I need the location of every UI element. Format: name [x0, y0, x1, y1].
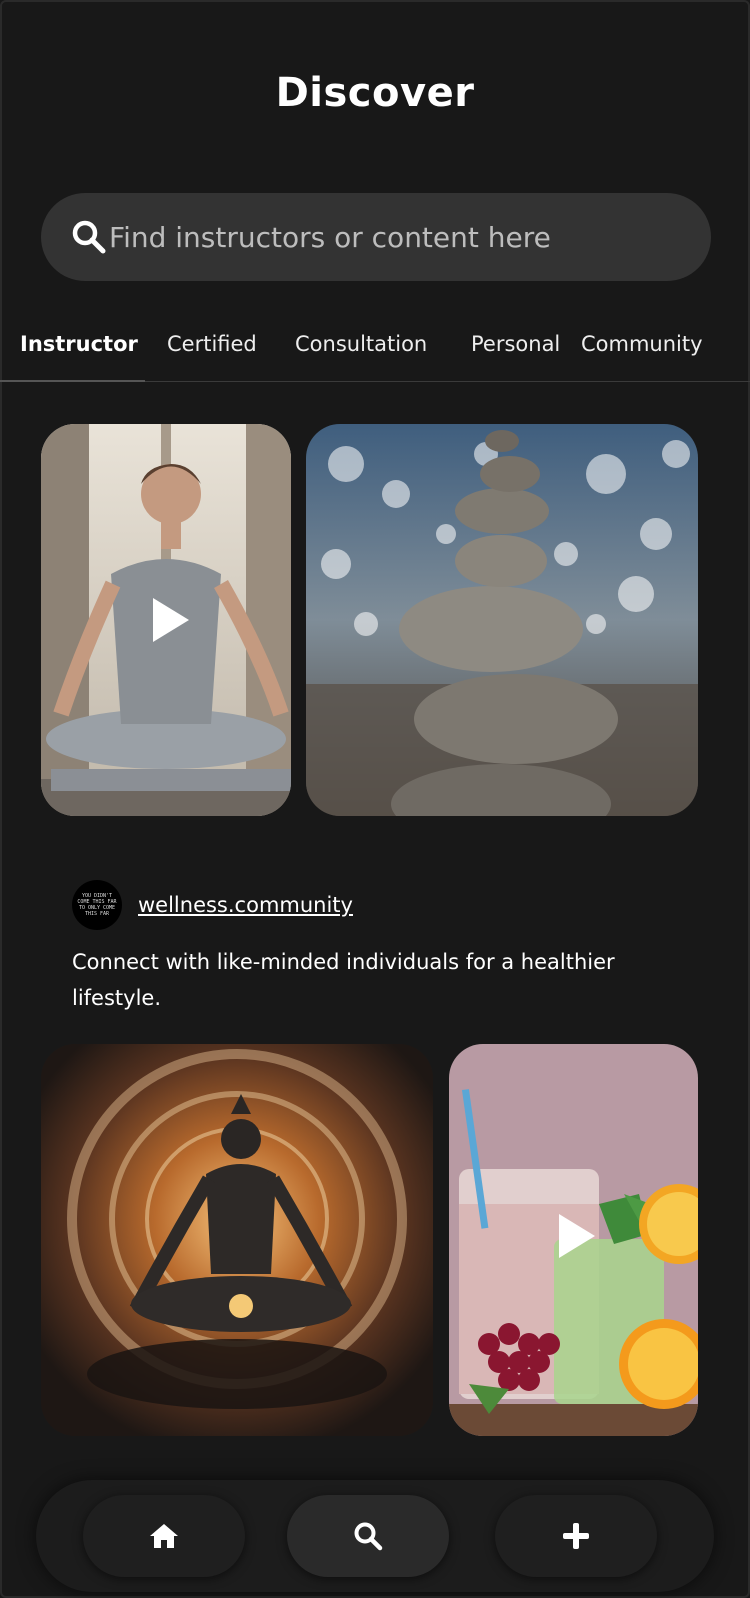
- search-bar[interactable]: [41, 193, 711, 281]
- stacked-stones-image: [306, 424, 698, 816]
- tab-consultation[interactable]: Consultation: [295, 332, 427, 356]
- search-icon: [354, 1522, 383, 1551]
- nav-home-button[interactable]: [83, 1495, 245, 1577]
- plus-icon: [563, 1523, 589, 1549]
- author-row: YOU DIDN'T COME THIS FAR TO ONLY COME TH…: [72, 880, 353, 930]
- tab-community[interactable]: Community: [581, 332, 703, 356]
- tab-instructor[interactable]: Instructor: [20, 332, 138, 356]
- play-icon[interactable]: [559, 1214, 595, 1258]
- category-tabs: Instructor Certified Consultation Person…: [0, 320, 750, 382]
- avatar-text: YOU DIDN'T COME THIS FAR TO ONLY COME TH…: [77, 893, 117, 917]
- tab-personal[interactable]: Personal: [471, 332, 560, 356]
- nav-add-button[interactable]: [495, 1495, 657, 1577]
- post-card-meditation-art[interactable]: [41, 1044, 433, 1436]
- page-title: Discover: [275, 70, 475, 116]
- search-icon: [72, 220, 106, 254]
- search-input[interactable]: [109, 220, 669, 254]
- meditation-mandala-image: [41, 1044, 433, 1436]
- home-icon: [150, 1524, 178, 1548]
- post-card-drinks-video[interactable]: [449, 1044, 698, 1436]
- bottom-nav: [36, 1480, 714, 1592]
- active-tab-indicator: [0, 380, 145, 382]
- author-handle-link[interactable]: wellness.community: [138, 893, 353, 917]
- play-icon[interactable]: [153, 598, 189, 642]
- avatar[interactable]: YOU DIDN'T COME THIS FAR TO ONLY COME TH…: [72, 880, 122, 930]
- tab-certified[interactable]: Certified: [167, 332, 257, 356]
- post-card-stones[interactable]: [306, 424, 698, 816]
- post-card-yoga-video[interactable]: [41, 424, 291, 816]
- nav-search-button[interactable]: [287, 1495, 449, 1577]
- post-description: Connect with like-minded individuals for…: [72, 950, 615, 1010]
